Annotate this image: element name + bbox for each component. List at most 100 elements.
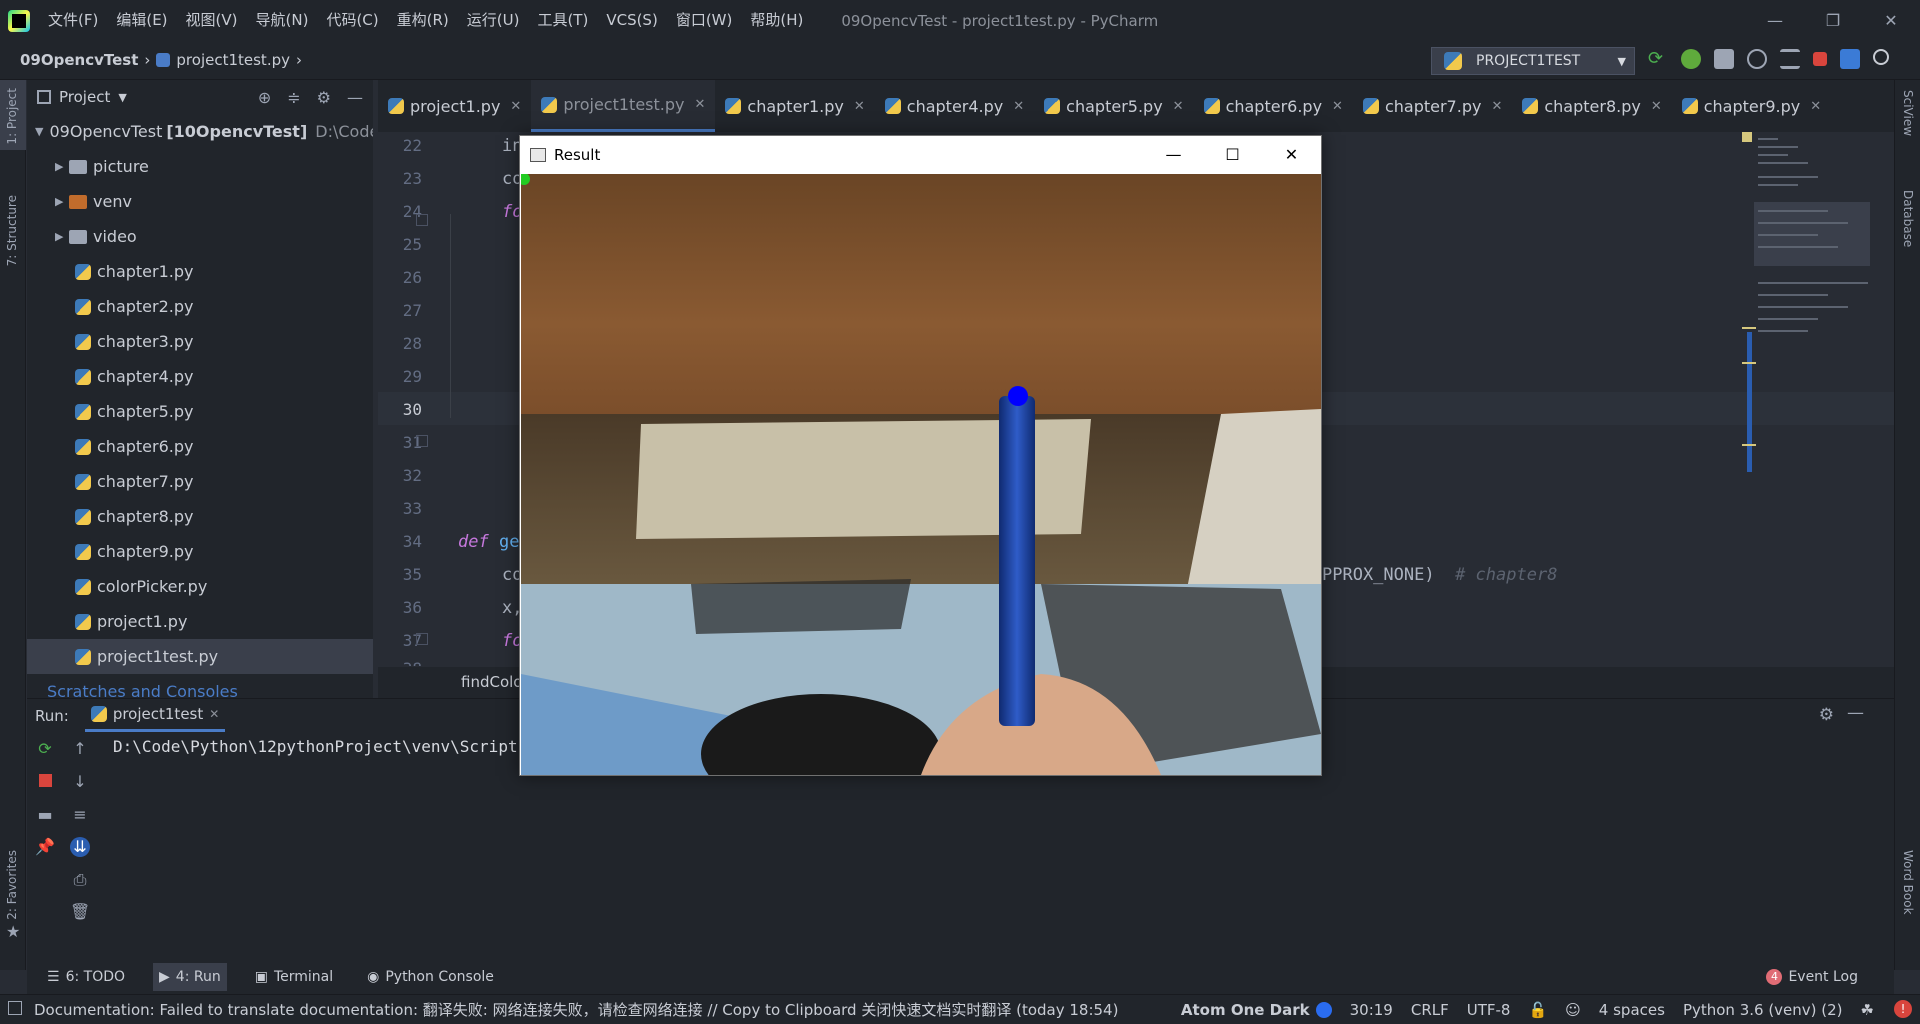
tree-root[interactable]: ▼ 09OpencvTest [10OpencvTest] D:\Code\: [27, 114, 373, 149]
tool-wordbook[interactable]: Word Book: [1901, 850, 1915, 915]
menu-file[interactable]: 文件(F): [40, 0, 106, 41]
tool-structure[interactable]: 7: Structure: [5, 195, 19, 266]
tab-chapter4[interactable]: chapter4.py ✕: [875, 80, 1034, 132]
hide-icon[interactable]: —: [347, 88, 363, 107]
breadcrumb-project[interactable]: 09OpencvTest: [20, 51, 138, 69]
tree-scratches[interactable]: Scratches and Consoles: [27, 674, 373, 698]
tree-file[interactable]: chapter9.py: [27, 534, 373, 569]
tree-file[interactable]: chapter5.py: [27, 394, 373, 429]
hector-icon[interactable]: ☘: [1861, 1001, 1874, 1019]
toggle-tool-windows-icon[interactable]: [8, 1001, 22, 1015]
tree-file[interactable]: chapter8.py: [27, 499, 373, 534]
tab-chapter9[interactable]: chapter9.py ✕: [1672, 80, 1831, 132]
status-message[interactable]: Documentation: Failed to translate docum…: [34, 999, 1118, 1020]
tree-folder-venv[interactable]: ▶ venv: [27, 184, 373, 219]
menu-run[interactable]: 运行(U): [459, 0, 528, 41]
tree-file[interactable]: chapter3.py: [27, 324, 373, 359]
project-panel-title[interactable]: Project: [59, 88, 110, 106]
tab-todo[interactable]: ☰ 6: TODO: [41, 963, 131, 991]
stop-icon[interactable]: [1813, 52, 1827, 66]
chevron-right-icon[interactable]: ▶: [55, 195, 69, 208]
menu-navigate[interactable]: 导航(N): [248, 0, 317, 41]
fold-icon[interactable]: [416, 435, 428, 447]
menu-vcs[interactable]: VCS(S): [598, 0, 665, 41]
rerun-icon[interactable]: ⟳: [1648, 49, 1668, 69]
breadcrumb-function[interactable]: findColo: [461, 673, 522, 691]
result-window[interactable]: Result — ☐ ✕: [519, 135, 1322, 776]
tree-folder-picture[interactable]: ▶ picture: [27, 149, 373, 184]
tab-chapter1[interactable]: chapter1.py ✕: [715, 80, 874, 132]
menu-tools[interactable]: 工具(T): [529, 0, 596, 41]
line-separator[interactable]: CRLF: [1411, 1001, 1449, 1019]
tree-file[interactable]: colorPicker.py: [27, 569, 373, 604]
tool-sciview[interactable]: SciView: [1901, 90, 1915, 136]
close-tab-icon[interactable]: ✕: [209, 707, 219, 721]
menu-code[interactable]: 代码(C): [318, 0, 386, 41]
tree-file[interactable]: chapter6.py: [27, 429, 373, 464]
tree-file[interactable]: chapter4.py: [27, 359, 373, 394]
tree-file[interactable]: chapter2.py: [27, 289, 373, 324]
chevron-down-icon[interactable]: ▼: [35, 125, 43, 138]
soft-wrap-icon[interactable]: ≡: [70, 805, 90, 825]
arrow-down-icon[interactable]: ↓: [70, 772, 90, 792]
arrow-up-icon[interactable]: ↑: [70, 739, 90, 759]
tree-file-selected[interactable]: project1test.py: [27, 639, 373, 674]
scroll-to-end-icon[interactable]: ⇊: [70, 837, 90, 857]
tab-project1test[interactable]: project1test.py ✕: [531, 80, 716, 132]
fold-icon[interactable]: [416, 214, 428, 226]
tab-chapter7[interactable]: chapter7.py ✕: [1353, 80, 1512, 132]
chevron-down-icon[interactable]: ▼: [118, 91, 126, 104]
coverage-icon[interactable]: [1714, 49, 1734, 69]
tab-project1[interactable]: project1.py ✕: [378, 80, 531, 132]
tool-favorites[interactable]: 2: Favorites: [5, 850, 19, 920]
maximize-button[interactable]: ☐: [1203, 136, 1262, 174]
search-icon[interactable]: [1873, 49, 1889, 65]
close-tab-icon[interactable]: ✕: [694, 97, 705, 112]
debug-icon[interactable]: [1681, 49, 1701, 69]
gear-icon[interactable]: ⚙: [317, 88, 331, 107]
close-tab-icon[interactable]: ✕: [1491, 99, 1502, 114]
interpreter[interactable]: Python 3.6 (venv) (2): [1683, 1001, 1843, 1019]
console-output[interactable]: D:\Code\Python\12pythonProject\venv\Scri…: [113, 737, 546, 756]
close-tab-icon[interactable]: ✕: [1332, 99, 1343, 114]
tab-run[interactable]: ▶ 4: Run: [153, 963, 227, 991]
close-button[interactable]: ✕: [1862, 0, 1920, 41]
close-tab-icon[interactable]: ✕: [854, 99, 865, 114]
layout-icon[interactable]: ▬: [35, 805, 55, 825]
minimize-button[interactable]: —: [1144, 136, 1203, 174]
tab-terminal[interactable]: ▣ Terminal: [249, 963, 339, 991]
tab-chapter5[interactable]: chapter5.py ✕: [1034, 80, 1193, 132]
minimize-button[interactable]: —: [1746, 0, 1804, 41]
menu-view[interactable]: 视图(V): [178, 0, 246, 41]
file-encoding[interactable]: UTF-8: [1467, 1001, 1511, 1019]
tool-project[interactable]: 1: Project: [5, 88, 19, 145]
chevron-right-icon[interactable]: ▶: [55, 230, 69, 243]
menu-help[interactable]: 帮助(H): [742, 0, 811, 41]
profile-icon[interactable]: [1747, 49, 1767, 69]
indent-setting[interactable]: 4 spaces: [1599, 1001, 1665, 1019]
fold-icon[interactable]: [416, 633, 428, 645]
stop-icon[interactable]: [35, 772, 55, 792]
print-icon[interactable]: ⎙: [70, 870, 90, 890]
close-button[interactable]: ✕: [1262, 136, 1321, 174]
menu-window[interactable]: 窗口(W): [668, 0, 741, 41]
tab-python-console[interactable]: ◉ Python Console: [361, 963, 500, 991]
code-minimap[interactable]: [1740, 132, 1900, 492]
inspection-icon[interactable]: [1742, 132, 1752, 142]
tree-folder-video[interactable]: ▶ video: [27, 219, 373, 254]
inspector-icon[interactable]: ☺: [1565, 1001, 1581, 1019]
error-icon[interactable]: !: [1894, 1000, 1912, 1018]
gear-icon[interactable]: ⚙: [1819, 705, 1834, 725]
tree-file[interactable]: chapter7.py: [27, 464, 373, 499]
close-tab-icon[interactable]: ✕: [510, 99, 521, 114]
locate-icon[interactable]: ⊕: [258, 88, 271, 107]
collapse-icon[interactable]: ≑: [287, 88, 300, 107]
event-log[interactable]: 4 Event Log: [1766, 969, 1858, 985]
close-tab-icon[interactable]: ✕: [1810, 99, 1821, 114]
pin-icon[interactable]: 📌: [35, 837, 55, 857]
rerun-icon[interactable]: ⟳: [35, 739, 55, 759]
run-tab-project1test[interactable]: project1test ✕: [84, 699, 226, 732]
close-tab-icon[interactable]: ✕: [1173, 99, 1184, 114]
restore-button[interactable]: ❐: [1804, 0, 1862, 41]
tab-chapter6[interactable]: chapter6.py ✕: [1194, 80, 1353, 132]
